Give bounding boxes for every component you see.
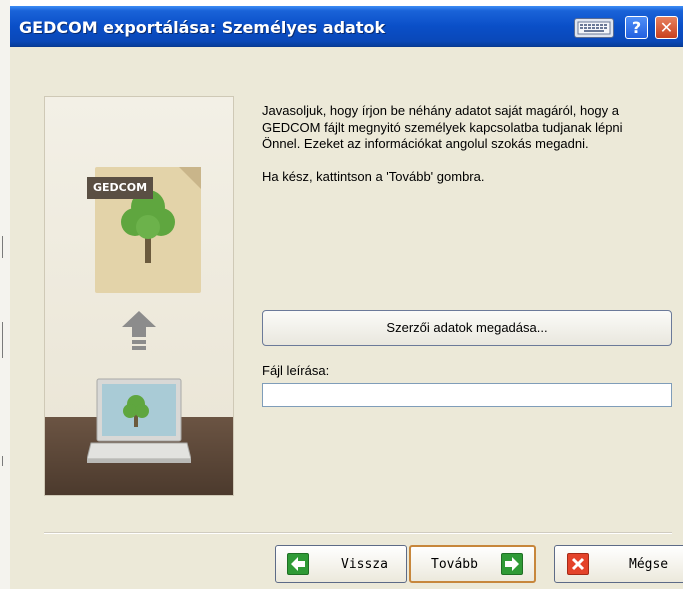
description-text: Javasoljuk, hogy írjon be néhány adatot … [262, 103, 662, 185]
edge-mark [2, 456, 3, 466]
help-button[interactable]: ? [625, 16, 648, 39]
dialog-window: GEDCOM exportálása: Személyes adatok ? ✕ [10, 6, 683, 589]
separator [44, 532, 672, 534]
title-bar[interactable]: GEDCOM exportálása: Személyes adatok ? ✕ [10, 6, 683, 47]
instruction-paragraph: Ha kész, kattintson a 'Tovább' gombra. [262, 168, 485, 184]
laptop-icon [87, 378, 191, 463]
cancel-button-label: Mégse [629, 557, 669, 572]
window-title: GEDCOM exportálása: Személyes adatok [19, 18, 386, 37]
arrow-up-icon [122, 311, 156, 350]
cancel-button[interactable]: Mégse [554, 545, 683, 583]
next-button-label: Tovább [431, 557, 478, 572]
file-description-label: Fájl leírása: [262, 363, 330, 378]
illustration-panel: GEDCOM [44, 96, 234, 496]
edge-mark [2, 236, 3, 258]
next-button[interactable]: Tovább [409, 545, 536, 583]
page-fold [179, 167, 201, 189]
background-window-edge [0, 0, 10, 589]
back-button-label: Vissza [341, 557, 388, 572]
file-description-input[interactable] [262, 383, 672, 407]
author-details-button[interactable]: Szerzői adatok megadása... [262, 310, 672, 346]
back-button[interactable]: Vissza [275, 545, 407, 583]
keyboard-icon[interactable] [574, 18, 614, 38]
cancel-x-icon [567, 553, 589, 575]
arrow-left-icon [287, 553, 309, 575]
edge-mark [2, 322, 3, 358]
gedcom-label: GEDCOM [87, 177, 153, 199]
arrow-right-icon [501, 553, 523, 575]
description-paragraph: Javasoljuk, hogy írjon be néhány adatot … [262, 103, 623, 151]
close-button[interactable]: ✕ [655, 16, 678, 39]
